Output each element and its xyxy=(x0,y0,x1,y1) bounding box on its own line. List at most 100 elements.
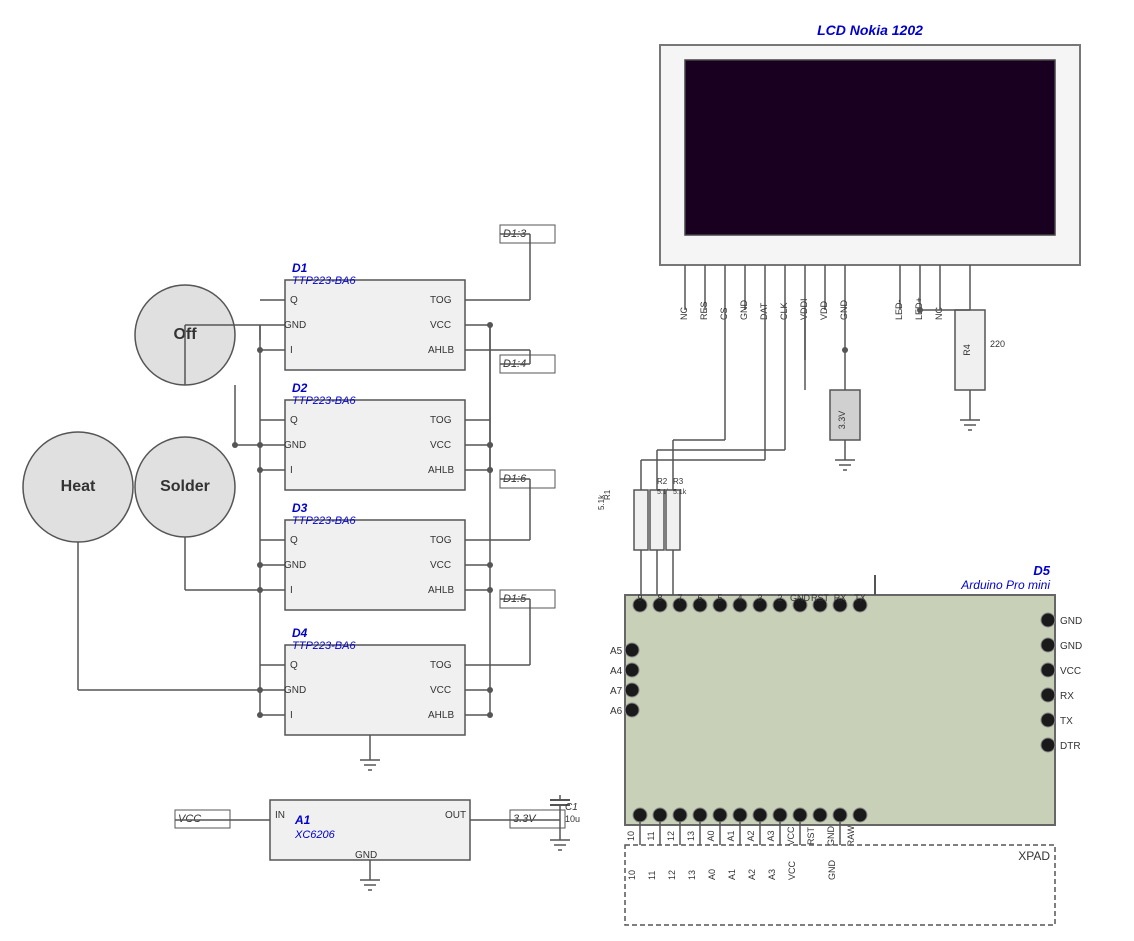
ard-bot-a3: A3 xyxy=(766,830,776,841)
lcd-pin-nc1: NC xyxy=(679,307,689,320)
r1-resistor xyxy=(634,490,648,550)
ard-left-a4: A4 xyxy=(610,666,623,677)
ard-bot-11: 11 xyxy=(646,831,656,840)
d1-q-pin: Q xyxy=(290,295,298,306)
ard-pin-7: 7 xyxy=(677,593,682,603)
ard-left-a6: A6 xyxy=(610,706,623,717)
v33-label-a1: 3.3V xyxy=(513,813,537,825)
ard-bot-12: 12 xyxy=(666,831,676,841)
d1-part: TTP223-BA6 xyxy=(292,275,356,287)
ard-bot-a1: A1 xyxy=(726,830,736,841)
ard-pin-3: 3 xyxy=(757,593,762,603)
xpad-vcc: VCC xyxy=(787,860,797,880)
d2-label: D2 xyxy=(292,381,308,395)
ard-bot-vcc: VCC xyxy=(786,826,796,846)
ard-bot-rst: RST xyxy=(806,826,816,845)
d3-vcc-pin: VCC xyxy=(430,560,451,571)
a1-label: A1 xyxy=(294,813,311,827)
ard-right-rx: RX xyxy=(1060,691,1074,702)
d4-q-pin: Q xyxy=(290,660,298,671)
xpad-13: 13 xyxy=(687,870,697,880)
c1-val: 10u xyxy=(565,814,580,824)
d2-vcc-pin: VCC xyxy=(430,440,451,451)
ard-left-a5: A5 xyxy=(610,646,623,657)
arduino-body xyxy=(625,595,1055,825)
lcd-pin-gnd2: GND xyxy=(839,300,849,321)
d3-label: D3 xyxy=(292,501,308,515)
r3-val: 5.1k xyxy=(673,489,687,496)
lcd-pin-vddi: VDDI xyxy=(799,298,809,320)
v33-label: 3.3V xyxy=(837,411,847,430)
ard-bot-13: 13 xyxy=(686,831,696,841)
d1-i-pin: I xyxy=(290,345,293,356)
d2-q-pin: Q xyxy=(290,415,298,426)
d3-tog-pin: TOG xyxy=(430,535,452,546)
ard-pin-rx: RX xyxy=(834,593,847,603)
r4-label: R4 xyxy=(962,344,972,356)
d2-tog-pin: TOG xyxy=(430,415,452,426)
a1-part: XC6206 xyxy=(294,829,336,841)
xpad-a0: A0 xyxy=(707,869,717,880)
d4-tog-pin: TOG xyxy=(430,660,452,671)
xpad-a3: A3 xyxy=(767,869,777,880)
d5-part: Arduino Pro mini xyxy=(960,578,1050,592)
ard-pin-2: 2 xyxy=(777,593,782,603)
lcd-pin-vdd: VDD xyxy=(819,300,829,320)
xpad-10: 10 xyxy=(627,870,637,880)
ard-pin-9: 9 xyxy=(637,593,642,603)
ard-bot-a2: A2 xyxy=(746,830,756,841)
xpad-gnd: GND xyxy=(827,860,837,881)
d3-part: TTP223-BA6 xyxy=(292,515,356,527)
r4-val: 220 xyxy=(990,339,1005,349)
lcd-pin-cs: CS xyxy=(719,307,729,320)
a1-gnd-pin: GND xyxy=(355,850,377,861)
ard-right-dtr: DTR xyxy=(1060,741,1081,752)
d3-q-pin: Q xyxy=(290,535,298,546)
ard-pin-gnd: GND xyxy=(790,593,811,603)
ard-pin-6: 6 xyxy=(697,593,702,603)
ard-left-a7: A7 xyxy=(610,686,623,697)
d2-part: TTP223-BA6 xyxy=(292,395,356,407)
c1-label: C1 xyxy=(565,802,578,813)
a1-out-pin: OUT xyxy=(445,810,466,821)
d4-gnd-pin-l: GND xyxy=(284,685,306,696)
r3-label: R3 xyxy=(673,477,684,486)
ard-bot-a0: A0 xyxy=(706,830,716,841)
d3-ahlb-pin: AHLB xyxy=(428,585,454,596)
lcd-pin-clk: CLK xyxy=(779,302,789,320)
ard-bot-gnd: GND xyxy=(826,826,836,847)
d4-i-pin: I xyxy=(290,710,293,721)
d1-label: D1 xyxy=(292,261,308,275)
d1-ahlb-pin: AHLB xyxy=(428,345,454,356)
r3-resistor xyxy=(666,490,680,550)
lcd-title: LCD Nokia 1202 xyxy=(817,22,923,38)
xpad-a1: A1 xyxy=(727,869,737,880)
lcd-pin-ledm: LED- xyxy=(894,299,904,320)
d1-tog-pin: TOG xyxy=(430,295,452,306)
d4-part: TTP223-BA6 xyxy=(292,640,356,652)
lcd-pin-nc2: NC xyxy=(934,307,944,320)
vcc-label-a1: VCC xyxy=(178,813,201,825)
ard-pin-rst: RST xyxy=(811,593,830,603)
d3-gnd-pin-l: GND xyxy=(284,560,306,571)
r1-val: 5.1k xyxy=(597,494,606,510)
d2-i-pin: I xyxy=(290,465,293,476)
lcd-screen xyxy=(685,60,1055,235)
d1-vcc-pin: VCC xyxy=(430,320,451,331)
lcd-pin-res: RES xyxy=(699,301,709,320)
d2-ahlb-pin: AHLB xyxy=(428,465,454,476)
ard-pin-4: 4 xyxy=(737,593,742,603)
ard-pin-8: 8 xyxy=(657,593,662,603)
d3-i-pin: I xyxy=(290,585,293,596)
r2-resistor xyxy=(650,490,664,550)
lcd-pin-dat: DAT xyxy=(759,302,769,320)
solder-label: Solder xyxy=(160,478,210,495)
d1-gnd-pin-l: GND xyxy=(284,320,306,331)
d4-label: D4 xyxy=(292,626,308,640)
d5-title: D5 xyxy=(1033,563,1050,578)
d2-gnd-pin-l: GND xyxy=(284,440,306,451)
xpad-label: XPAD xyxy=(1018,849,1050,863)
d4-vcc-pin: VCC xyxy=(430,685,451,696)
ard-right-gnd1: GND xyxy=(1060,616,1082,627)
ard-pin-tx: TX xyxy=(854,593,866,603)
